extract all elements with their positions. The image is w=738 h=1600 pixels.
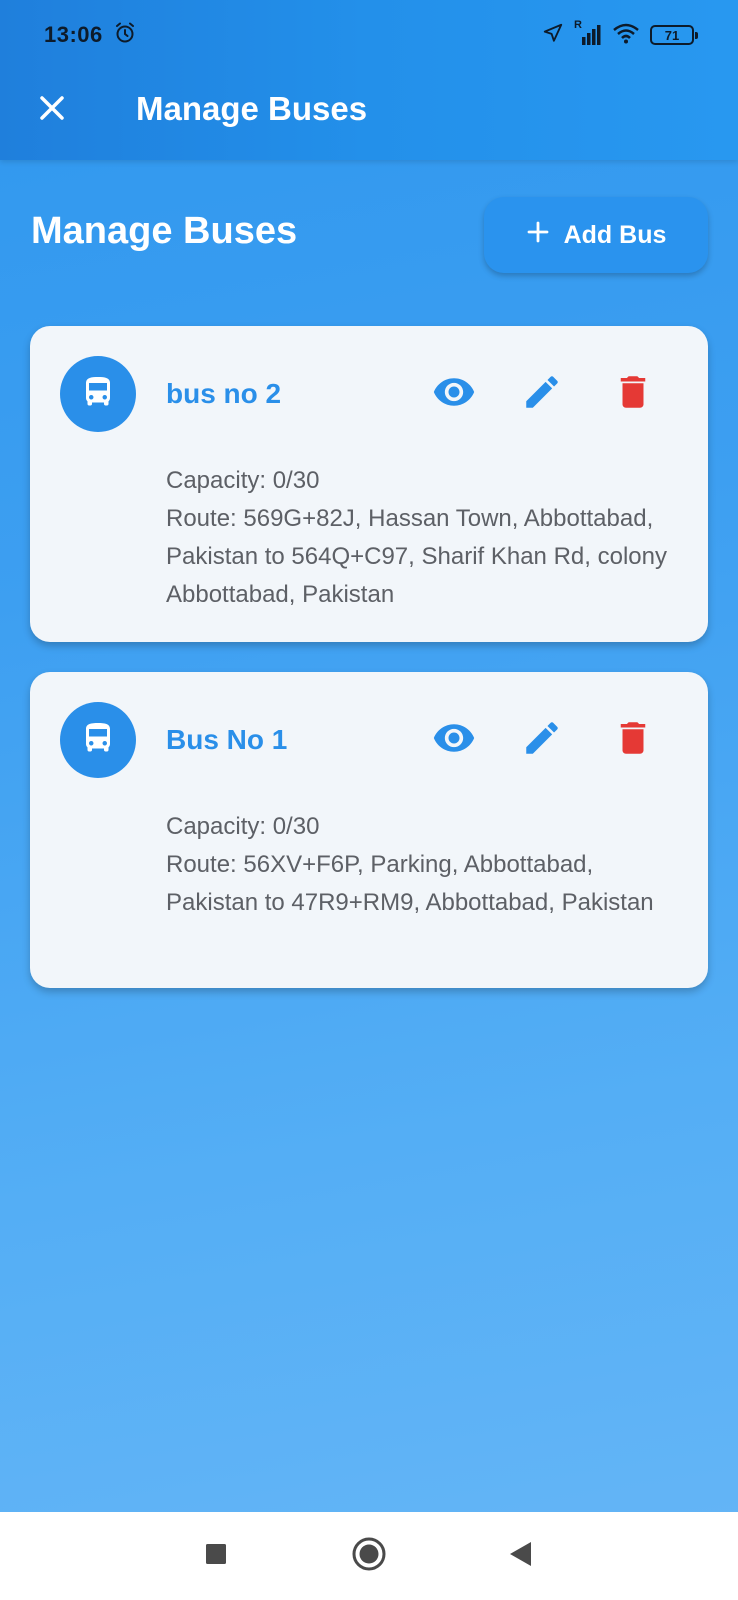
bus-name: Bus No 1 — [166, 724, 288, 755]
trash-icon — [612, 717, 654, 764]
signal-icon: R — [574, 19, 602, 47]
app-bar: 13:06 R 71 Manage Buses — [0, 0, 738, 160]
page-title: Manage Buses — [31, 210, 298, 252]
bus-icon — [80, 374, 116, 415]
delete-bus-button[interactable] — [605, 712, 661, 768]
toolbar-title: Manage Buses — [136, 90, 368, 127]
bus-details: Capacity: 0/30 Route: 56XV+F6P, Parking,… — [166, 808, 686, 922]
view-bus-button[interactable] — [426, 712, 482, 768]
back-button[interactable] — [496, 1532, 544, 1580]
recent-apps-button[interactable] — [192, 1532, 240, 1580]
system-nav-bar — [0, 1512, 738, 1600]
bus-route: Route: 569G+82J, Hassan Town, Abbottabad… — [166, 505, 667, 608]
bus-avatar — [60, 356, 136, 432]
edit-bus-button[interactable] — [514, 366, 570, 422]
plus-icon — [526, 220, 550, 251]
alarm-icon — [113, 21, 137, 50]
view-bus-button[interactable] — [426, 366, 482, 422]
wifi-icon — [612, 22, 640, 49]
square-icon — [204, 1542, 228, 1571]
home-button[interactable] — [345, 1532, 393, 1580]
bus-capacity: Capacity: 0/30 — [166, 813, 320, 840]
close-icon — [37, 93, 67, 128]
delete-bus-button[interactable] — [605, 366, 661, 422]
eye-icon — [432, 370, 476, 419]
pencil-icon — [521, 717, 563, 764]
eye-icon — [432, 716, 476, 765]
location-arrow-icon — [542, 22, 564, 49]
close-button[interactable] — [30, 88, 74, 132]
toolbar: Manage Buses — [0, 70, 738, 160]
circle-icon — [351, 1536, 387, 1577]
bus-details: Capacity: 0/30 Route: 569G+82J, Hassan T… — [166, 462, 686, 614]
bus-route: Route: 56XV+F6P, Parking, Abbottabad, Pa… — [166, 851, 654, 916]
bus-card: Bus No 1 Capacity: 0/30 Route: 56XV+F6P,… — [30, 672, 708, 988]
bus-icon — [80, 720, 116, 761]
status-left: 13:06 — [44, 21, 137, 50]
status-time: 13:06 — [44, 22, 103, 47]
back-triangle-icon — [507, 1540, 533, 1573]
pencil-icon — [521, 371, 563, 418]
bus-capacity: Capacity: 0/30 — [166, 467, 320, 494]
status-right: R 71 — [542, 19, 698, 49]
status-bar: 13:06 R 71 — [0, 0, 738, 70]
bus-avatar — [60, 702, 136, 778]
add-bus-button[interactable]: Add Bus — [484, 197, 708, 273]
battery-indicator: 71 — [650, 25, 698, 45]
bus-name: bus no 2 — [166, 378, 282, 409]
trash-icon — [612, 371, 654, 418]
edit-bus-button[interactable] — [514, 712, 570, 768]
add-bus-label: Add Bus — [563, 220, 667, 249]
bus-card: bus no 2 Capacity: 0/30 Route: 569G+82J,… — [30, 326, 708, 642]
